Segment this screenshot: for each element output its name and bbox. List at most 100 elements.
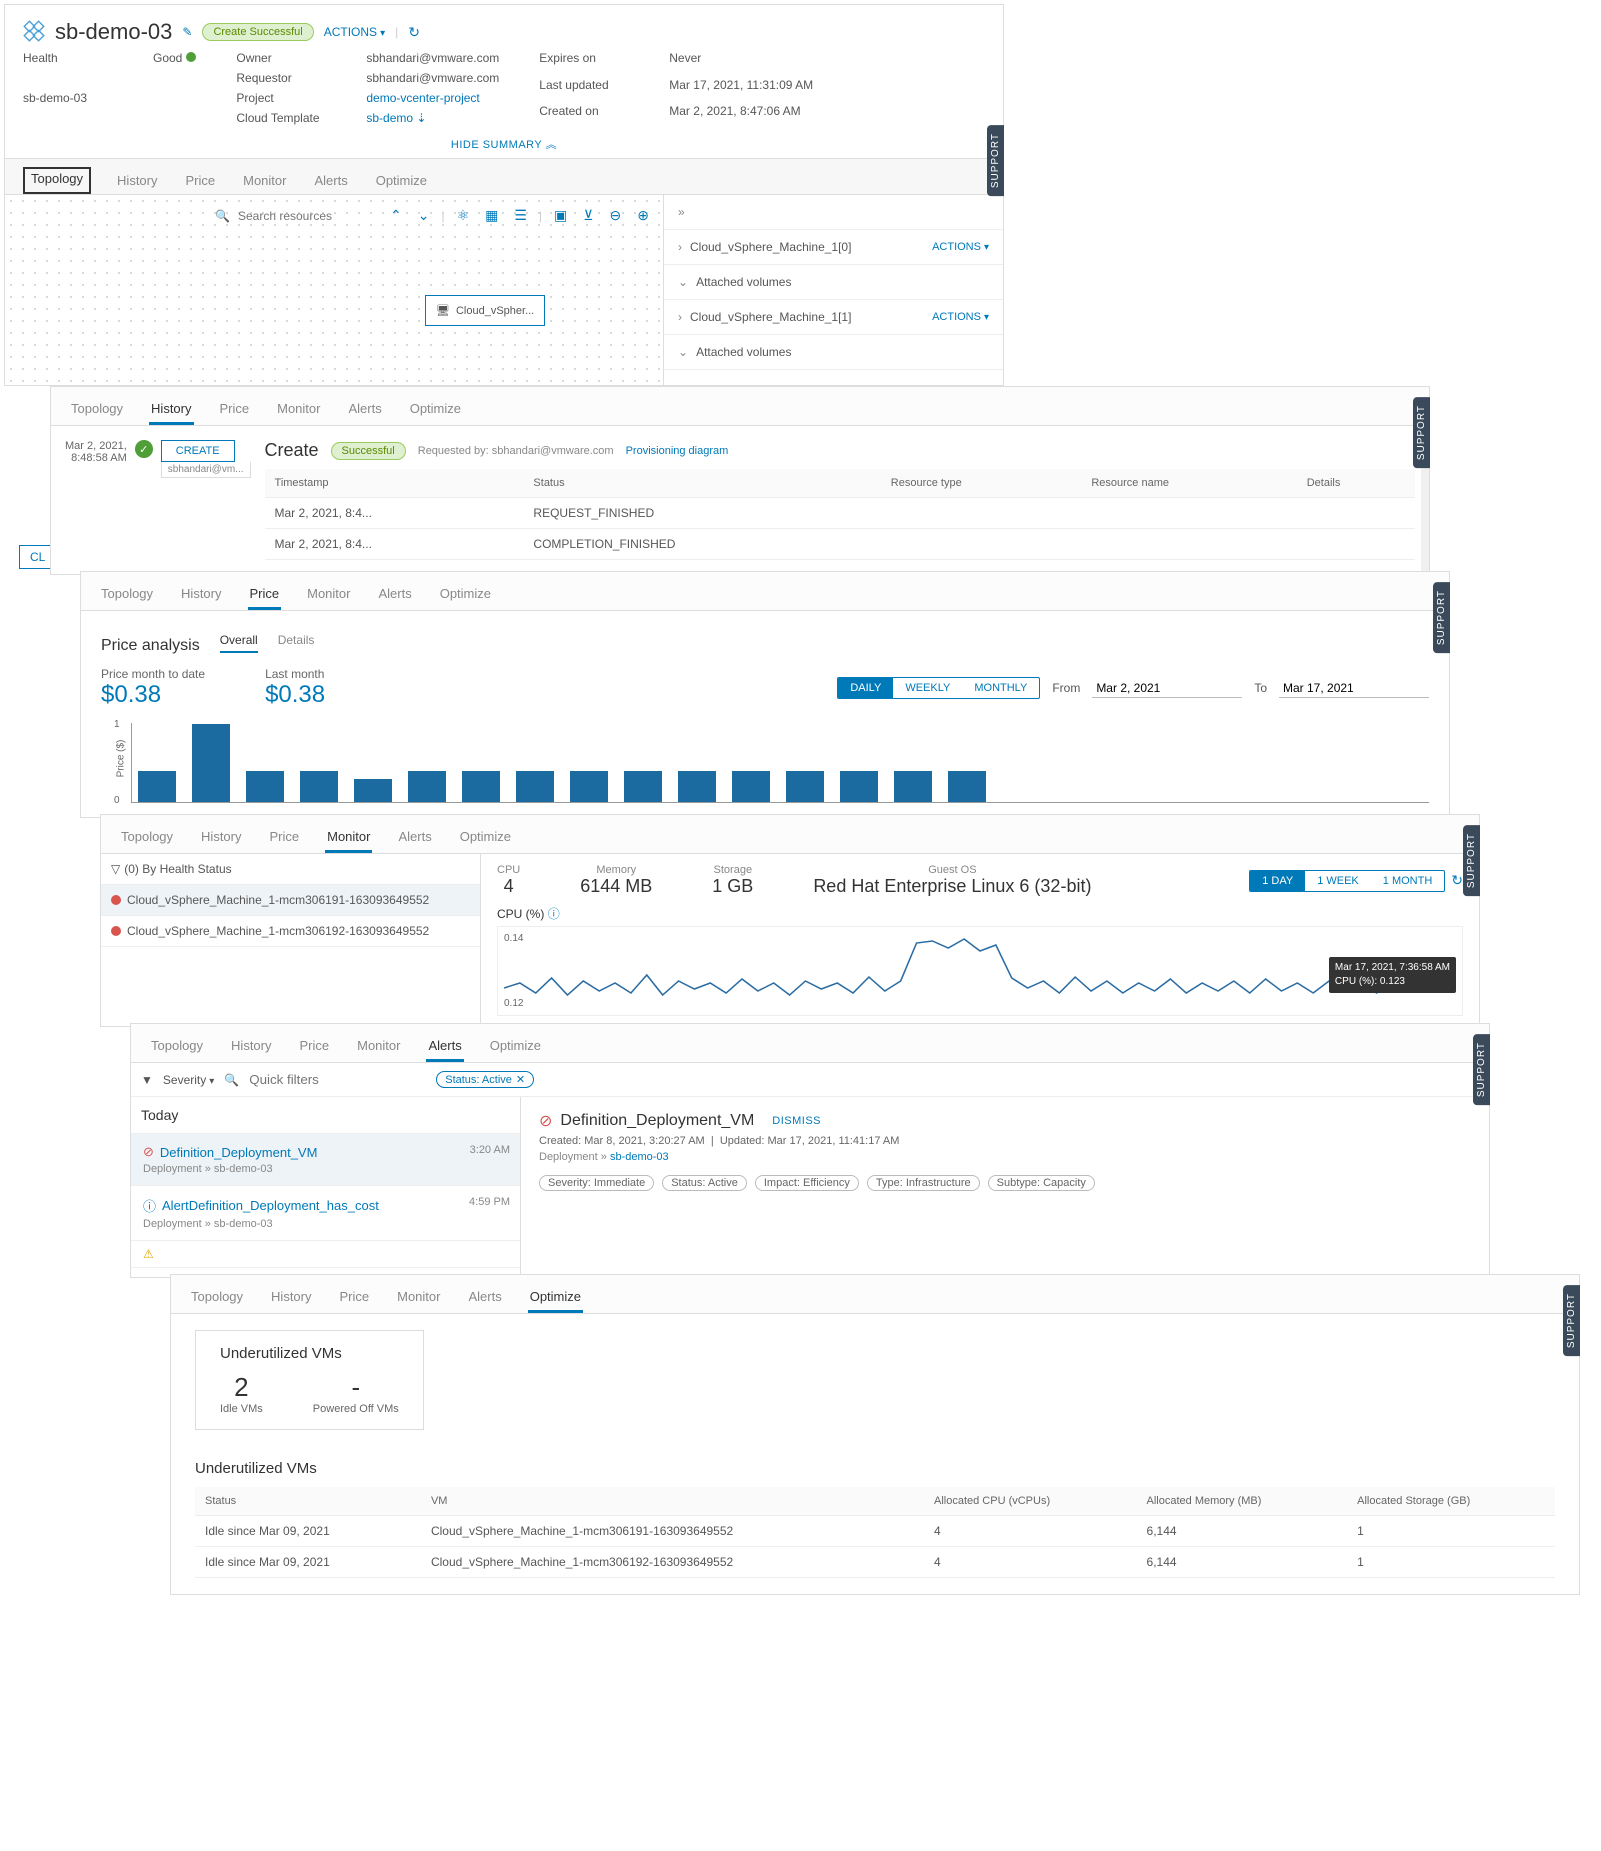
tab-price[interactable]: Price	[338, 1283, 372, 1313]
side-actions[interactable]: ACTIONS	[932, 241, 989, 253]
support-tab[interactable]: SUPPORT	[1563, 1285, 1580, 1356]
zoom-in-icon[interactable]: ⊕	[633, 205, 653, 226]
tab-price[interactable]: Price	[298, 1032, 332, 1062]
tab-alerts[interactable]: Alerts	[312, 167, 349, 194]
tab-optimize[interactable]: Optimize	[528, 1283, 583, 1313]
table-row[interactable]: Mar 2, 2021, 8:4...REQUEST_FINISHED	[265, 498, 1415, 529]
toggle-weekly[interactable]: WEEKLY	[893, 678, 962, 698]
topology-canvas[interactable]: ⌃ ⌄ | ⚛ ▦ ☰ | ▣ ⊻ ⊖ ⊕ 🖥 Cloud_vSpher...	[5, 195, 663, 385]
col-storage[interactable]: Allocated Storage (GB)	[1347, 1487, 1555, 1516]
nav-up-icon[interactable]: ⌃	[386, 205, 406, 226]
tab-monitor[interactable]: Monitor	[325, 823, 372, 853]
tab-price[interactable]: Price	[248, 580, 282, 610]
provisioning-diagram-link[interactable]: Provisioning diagram	[626, 445, 729, 457]
tab-price[interactable]: Price	[184, 167, 218, 194]
search-input[interactable]	[238, 209, 378, 223]
topology-node[interactable]: 🖥 Cloud_vSpher...	[425, 295, 545, 326]
side-actions[interactable]: ACTIONS	[932, 311, 989, 323]
col-vm[interactable]: VM	[421, 1487, 924, 1516]
side-item[interactable]: ⌄Attached volumes	[664, 335, 1003, 370]
tab-optimize[interactable]: Optimize	[458, 823, 513, 853]
table-row[interactable]: Mar 2, 2021, 8:4...COMPLETION_FINISHED	[265, 529, 1415, 560]
create-event-button[interactable]: CREATE	[161, 440, 235, 462]
quick-filter-input[interactable]	[249, 1072, 426, 1087]
close-icon[interactable]: ✕	[516, 1073, 525, 1086]
tab-topology[interactable]: Topology	[99, 580, 155, 610]
status-active-chip[interactable]: Status: Active ✕	[436, 1071, 534, 1088]
tab-history[interactable]: History	[115, 167, 159, 194]
toggle-1week[interactable]: 1 WEEK	[1305, 871, 1371, 891]
refresh-icon[interactable]	[408, 24, 420, 41]
project-link[interactable]: demo-vcenter-project	[366, 91, 499, 105]
tab-history[interactable]: History	[229, 1032, 273, 1062]
fit-icon[interactable]: ▣	[550, 205, 571, 226]
list-icon[interactable]: ☰	[510, 205, 531, 226]
tab-optimize[interactable]: Optimize	[488, 1032, 543, 1062]
side-collapse[interactable]: »	[664, 195, 1003, 230]
tab-alerts[interactable]: Alerts	[396, 823, 433, 853]
tab-alerts[interactable]: Alerts	[346, 395, 383, 425]
tab-topology[interactable]: Topology	[119, 823, 175, 853]
col-resource-type[interactable]: Resource type	[881, 469, 1082, 498]
toggle-1month[interactable]: 1 MONTH	[1371, 871, 1445, 891]
center-icon[interactable]: ⊻	[579, 205, 597, 226]
tab-optimize[interactable]: Optimize	[374, 167, 429, 194]
template-link[interactable]: sb-demo	[366, 111, 499, 125]
table-row[interactable]: Idle since Mar 09, 2021Cloud_vSphere_Mac…	[195, 1516, 1555, 1547]
tab-monitor[interactable]: Monitor	[305, 580, 352, 610]
breadcrumb-link[interactable]: sb-demo-03	[610, 1151, 669, 1163]
actions-dropdown[interactable]: ACTIONS	[324, 25, 385, 39]
toggle-daily[interactable]: DAILY	[838, 678, 893, 698]
price-granularity-toggle[interactable]: DAILY WEEKLY MONTHLY	[837, 677, 1040, 699]
tab-alerts[interactable]: Alerts	[376, 580, 413, 610]
info-icon[interactable]: ⓘ	[548, 907, 560, 921]
tab-monitor[interactable]: Monitor	[395, 1283, 442, 1313]
tab-optimize[interactable]: Optimize	[408, 395, 463, 425]
tab-monitor[interactable]: Monitor	[275, 395, 322, 425]
tab-price[interactable]: Price	[218, 395, 252, 425]
support-tab[interactable]: SUPPORT	[1473, 1034, 1490, 1105]
alert-item[interactable]: ⓘAlertDefinition_Deployment_has_cost Dep…	[131, 1186, 520, 1241]
resource-item[interactable]: Cloud_vSphere_Machine_1-mcm306191-163093…	[101, 885, 480, 916]
health-filter[interactable]: ▽(0) By Health Status	[101, 854, 480, 885]
to-date-input[interactable]	[1279, 679, 1429, 698]
tab-history[interactable]: History	[199, 823, 243, 853]
col-status[interactable]: Status	[195, 1487, 421, 1516]
col-status[interactable]: Status	[523, 469, 880, 498]
col-memory[interactable]: Allocated Memory (MB)	[1137, 1487, 1348, 1516]
tab-optimize[interactable]: Optimize	[438, 580, 493, 610]
support-tab[interactable]: SUPPORT	[1413, 397, 1430, 468]
tab-topology[interactable]: Topology	[69, 395, 125, 425]
nav-down-icon[interactable]: ⌄	[414, 205, 434, 226]
monitor-range-toggle[interactable]: 1 DAY 1 WEEK 1 MONTH	[1249, 870, 1445, 892]
col-timestamp[interactable]: Timestamp	[265, 469, 524, 498]
tab-history[interactable]: History	[269, 1283, 313, 1313]
tab-price[interactable]: Price	[268, 823, 302, 853]
tab-monitor[interactable]: Monitor	[241, 167, 288, 194]
support-tab[interactable]: SUPPORT	[1463, 825, 1480, 896]
resource-item[interactable]: Cloud_vSphere_Machine_1-mcm306192-163093…	[101, 916, 480, 947]
alert-item[interactable]: ⚠	[131, 1241, 520, 1268]
edit-icon[interactable]: ✎	[182, 25, 192, 39]
col-details[interactable]: Details	[1297, 469, 1415, 498]
from-date-input[interactable]	[1092, 679, 1242, 698]
layout-icon[interactable]: ⚛	[453, 205, 474, 226]
toggle-monthly[interactable]: MONTHLY	[962, 678, 1039, 698]
side-item[interactable]: ⌄Attached volumes	[664, 265, 1003, 300]
col-resource-name[interactable]: Resource name	[1081, 469, 1296, 498]
tab-history[interactable]: History	[149, 395, 193, 425]
side-item[interactable]: ›Cloud_vSphere_Machine_1[1]ACTIONS	[664, 300, 1003, 335]
table-row[interactable]: Idle since Mar 09, 2021Cloud_vSphere_Mac…	[195, 1547, 1555, 1578]
side-item[interactable]: ›Cloud_vSphere_Machine_1[0]ACTIONS	[664, 230, 1003, 265]
alert-item[interactable]: ⊘Definition_Deployment_VM Deployment » s…	[131, 1134, 520, 1186]
tab-topology[interactable]: Topology	[149, 1032, 205, 1062]
grid-icon[interactable]: ▦	[481, 205, 502, 226]
tab-topology[interactable]: Topology	[189, 1283, 245, 1313]
tab-alerts[interactable]: Alerts	[466, 1283, 503, 1313]
zoom-out-icon[interactable]: ⊖	[606, 205, 626, 226]
support-tab[interactable]: SUPPORT	[987, 125, 1004, 196]
tab-alerts[interactable]: Alerts	[426, 1032, 463, 1062]
tab-monitor[interactable]: Monitor	[355, 1032, 402, 1062]
sub-tab-overall[interactable]: Overall	[220, 629, 258, 653]
refresh-icon[interactable]	[1451, 872, 1463, 889]
